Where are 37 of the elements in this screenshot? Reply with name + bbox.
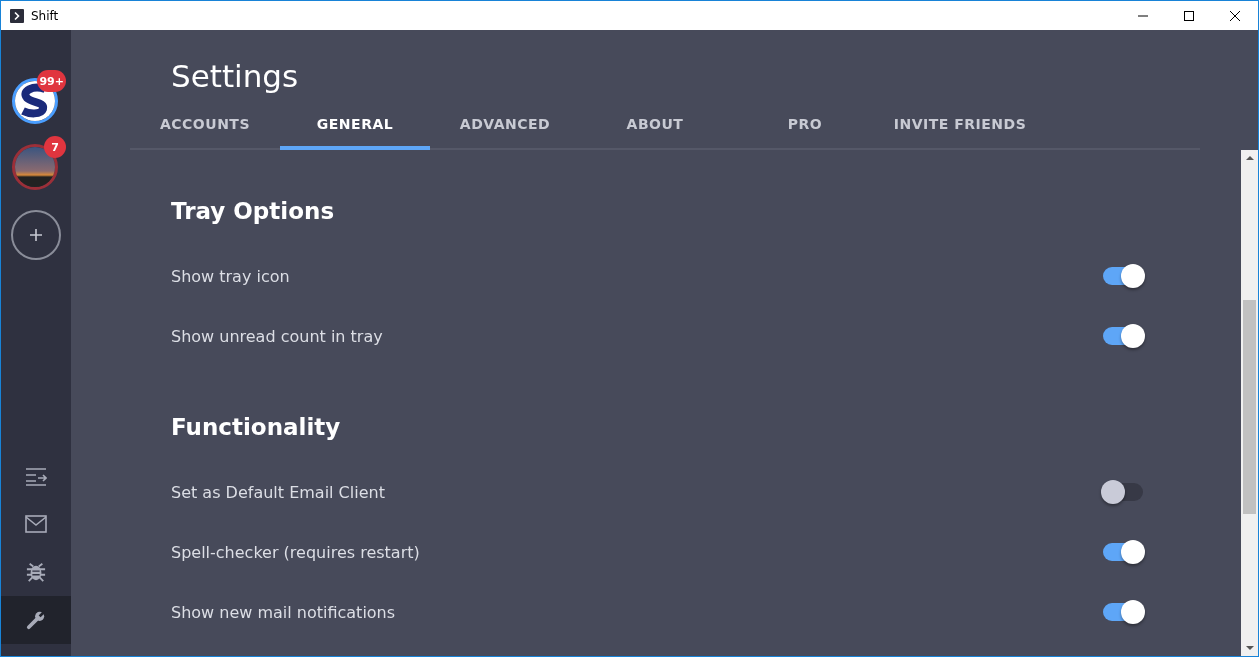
toggle-switch[interactable] — [1101, 323, 1145, 349]
toggle-switch[interactable] — [1101, 263, 1145, 289]
section-heading: Tray Options — [171, 197, 336, 226]
scroll-down-arrow-icon[interactable] — [1245, 646, 1254, 650]
wrench-button[interactable] — [1, 596, 71, 644]
toggle-switch[interactable] — [1101, 539, 1145, 565]
envelope-icon — [25, 515, 47, 533]
option-label: Show new mail notifications — [171, 602, 396, 622]
list-arrow-icon — [25, 466, 47, 486]
unread-badge: 7 — [44, 136, 66, 158]
account-avatar[interactable] — [12, 144, 58, 190]
settings-tab[interactable]: PRO — [730, 108, 880, 150]
window-title: Shift — [31, 8, 59, 23]
scrollbar[interactable] — [1241, 150, 1258, 656]
option-label: Set as Default Email Client — [171, 482, 385, 502]
app-icon — [10, 8, 24, 23]
option-label: Show tray icon — [171, 266, 290, 286]
add-account-button[interactable] — [11, 210, 61, 260]
option-label: Show unread count in tray — [171, 326, 383, 346]
maximize-icon — [1184, 10, 1194, 21]
page-title: Settings — [171, 57, 300, 96]
unread-badge: 99+ — [37, 70, 66, 92]
settings-tab[interactable]: INVITE FRIENDS — [880, 108, 1040, 150]
bug-icon — [26, 562, 46, 582]
settings-tab[interactable]: ABOUT — [580, 108, 730, 150]
wrench-icon — [26, 610, 46, 630]
settings-tab[interactable]: ACCOUNTS — [130, 108, 280, 150]
scrollbar-thumb[interactable] — [1243, 300, 1256, 514]
plus-icon — [29, 228, 43, 242]
scroll-up-arrow-icon[interactable] — [1245, 156, 1254, 160]
toggle-switch[interactable] — [1101, 479, 1145, 505]
settings-tab[interactable]: ADVANCED — [430, 108, 580, 150]
toggle-switch[interactable] — [1101, 599, 1145, 625]
section-heading: Functionality — [171, 413, 342, 442]
close-icon — [1230, 10, 1240, 21]
option-label: Spell-checker (requires restart) — [171, 542, 420, 562]
settings-tab[interactable]: GENERAL — [280, 108, 430, 150]
